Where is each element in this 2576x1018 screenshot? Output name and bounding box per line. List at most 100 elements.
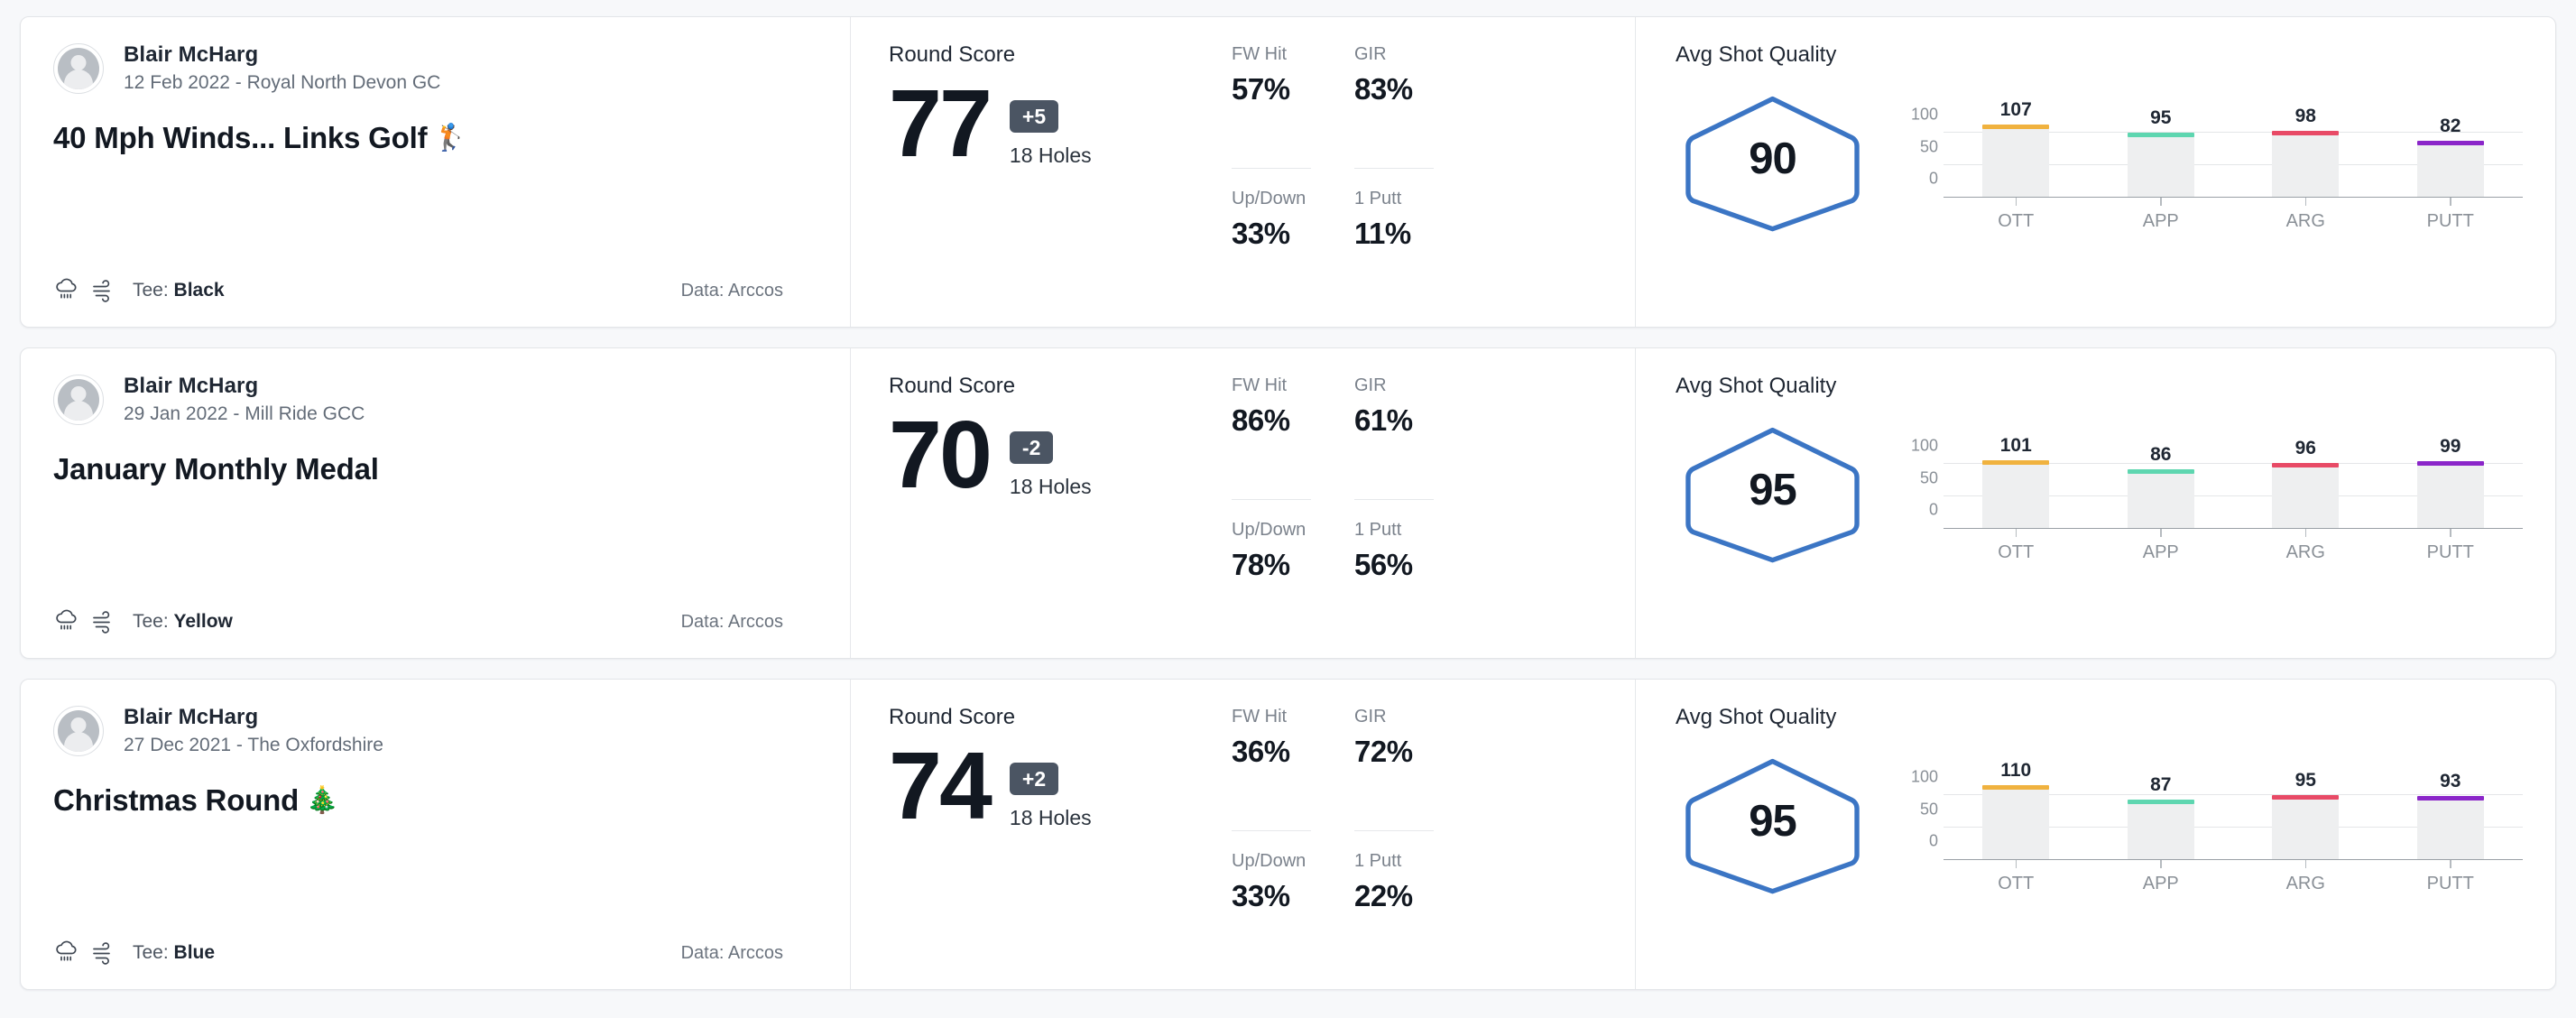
shot-quality-chart[interactable]: 100 50 0 101 86 96 99 OTT APP ARG PUTT [1902, 422, 2523, 562]
round-score-label: Round Score [889, 42, 1016, 67]
bar [2127, 800, 2194, 859]
y-axis-tick: 0 [1928, 831, 1938, 850]
bar-column-app[interactable]: 86 [2127, 444, 2194, 528]
x-axis-category: OTT [1982, 860, 2049, 894]
stat-gir: GIR 72% [1354, 707, 1434, 821]
bars-group: 107 95 98 82 [1944, 99, 2523, 197]
x-axis: OTT APP ARG PUTT [1944, 198, 2523, 232]
shot-quality-chart[interactable]: 100 50 0 110 87 95 93 OTT APP ARG PUTT [1902, 754, 2523, 893]
y-axis-tick: 100 [1910, 105, 1938, 124]
shot-quality-hexagon: 90 [1676, 91, 1870, 232]
bar [2416, 140, 2484, 197]
stats-grid: FW Hit 57% GIR 83% Up/Down 33% 1 Putt 11… [1232, 42, 1434, 303]
shot-quality-value: 95 [1749, 466, 1797, 514]
stat-value: 33% [1232, 217, 1290, 250]
x-axis-label: APP [2142, 874, 2179, 893]
shot-quality-hexagon: 95 [1676, 754, 1870, 894]
x-axis-label: ARG [2285, 542, 2325, 562]
stat-up-down: Up/Down 33% [1232, 168, 1311, 303]
bar-value-label: 107 [1999, 99, 2032, 121]
y-axis-tick: 100 [1910, 767, 1938, 786]
stat-label: 1 Putt [1354, 520, 1402, 540]
score-side: +2 18 Holes [1009, 743, 1092, 830]
round-card[interactable]: Blair McHarg 27 Dec 2021 - The Oxfordshi… [20, 679, 2556, 990]
bar [2127, 132, 2194, 197]
bar [2416, 796, 2484, 859]
bar-column-putt[interactable]: 99 [2416, 436, 2484, 528]
player-name: Blair McHarg [124, 374, 259, 398]
round-date-course: 27 Dec 2021 - The Oxfordshire [124, 735, 383, 755]
bar-column-putt[interactable]: 93 [2416, 771, 2484, 859]
round-title[interactable]: Christmas Round 🎄 [53, 783, 817, 818]
x-axis-category: OTT [1982, 529, 2049, 563]
bar-column-arg[interactable]: 96 [2272, 438, 2340, 528]
bar-cap [2127, 800, 2194, 805]
shot-quality-value: 90 [1749, 134, 1797, 183]
title-emoji: 🎄 [306, 786, 338, 815]
x-axis-category: PUTT [2417, 529, 2484, 563]
x-tick-mark [2160, 529, 2162, 537]
round-card[interactable]: Blair McHarg 29 Jan 2022 - Mill Ride GCC… [20, 347, 2556, 659]
round-score-label: Round Score [889, 374, 1016, 398]
avg-shot-quality-label: Avg Shot Quality [1676, 42, 1837, 67]
bar [2272, 794, 2340, 859]
avatar[interactable] [53, 705, 104, 756]
x-tick-mark [2304, 860, 2306, 868]
stat-label: 1 Putt [1354, 851, 1402, 871]
x-tick-mark [2015, 860, 2017, 868]
tee-info: Tee: Yellow [133, 611, 233, 632]
to-par-badge: +2 [1009, 763, 1059, 796]
stat-label: FW Hit [1232, 375, 1288, 395]
wind-icon [93, 280, 110, 302]
x-tick-mark [2304, 529, 2306, 537]
player-row[interactable]: Blair McHarg 12 Feb 2022 - Royal North D… [53, 42, 817, 94]
stat-value: 57% [1232, 72, 1290, 106]
player-row[interactable]: Blair McHarg 27 Dec 2021 - The Oxfordshi… [53, 705, 817, 756]
rain-cloud-icon [56, 609, 77, 630]
round-score-block: Round Score 70 -2 18 Holes [889, 374, 1232, 634]
bar-column-ott[interactable]: 110 [1982, 760, 2050, 859]
player-row[interactable]: Blair McHarg 29 Jan 2022 - Mill Ride GCC [53, 374, 817, 425]
stat-value: 86% [1232, 403, 1290, 437]
bar-column-app[interactable]: 95 [2127, 107, 2194, 197]
to-par-badge: -2 [1009, 431, 1054, 465]
round-score-block: Round Score 77 +5 18 Holes [889, 42, 1232, 303]
bar-column-arg[interactable]: 95 [2272, 770, 2340, 859]
y-axis-tick: 50 [1919, 468, 1938, 487]
round-title[interactable]: 40 Mph Winds... Links Golf 🏌️ [53, 121, 817, 155]
bars-group: 110 87 95 93 [1944, 760, 2523, 859]
x-axis-category: ARG [2272, 198, 2339, 232]
stat-value: 11% [1354, 217, 1411, 250]
bar-column-arg[interactable]: 98 [2272, 106, 2340, 197]
y-axis-tick: 50 [1919, 137, 1938, 156]
shot-quality-chart[interactable]: 100 50 0 107 95 98 82 OTT APP ARG PUTT [1902, 91, 2523, 231]
round-title[interactable]: January Monthly Medal [53, 452, 817, 486]
avatar-person-icon [58, 378, 99, 421]
round-card[interactable]: Blair McHarg 12 Feb 2022 - Royal North D… [20, 16, 2556, 328]
shot-quality-column: Avg Shot Quality 90 100 50 0 107 95 98 8… [1636, 17, 2555, 327]
score-side: -2 18 Holes [1009, 412, 1092, 499]
title-emoji: 🏌️ [434, 124, 467, 153]
stat-value: 72% [1354, 735, 1413, 768]
x-axis-category: PUTT [2417, 860, 2484, 894]
round-summary-column: Blair McHarg 27 Dec 2021 - The Oxfordshi… [21, 680, 851, 989]
x-axis-category: PUTT [2417, 198, 2484, 232]
bar-column-ott[interactable]: 101 [1982, 435, 2050, 528]
stats-grid: FW Hit 36% GIR 72% Up/Down 33% 1 Putt 22… [1232, 705, 1434, 966]
bar-cap [2416, 460, 2484, 466]
avatar[interactable] [53, 42, 104, 94]
x-axis-label: PUTT [2426, 542, 2474, 562]
x-axis-label: PUTT [2426, 874, 2474, 893]
bar-column-putt[interactable]: 82 [2416, 115, 2484, 197]
x-axis-label: OTT [1998, 874, 2035, 893]
stat-value: 22% [1354, 879, 1413, 912]
bar-column-ott[interactable]: 107 [1982, 99, 2050, 197]
x-axis-label: ARG [2285, 874, 2325, 893]
stat-value: 56% [1354, 548, 1413, 581]
bar-cap [2127, 132, 2194, 137]
player-name: Blair McHarg [124, 705, 259, 729]
avatar[interactable] [53, 374, 104, 425]
x-tick-mark [2160, 860, 2162, 868]
bar-column-app[interactable]: 87 [2127, 774, 2194, 859]
x-tick-mark [2160, 198, 2162, 206]
